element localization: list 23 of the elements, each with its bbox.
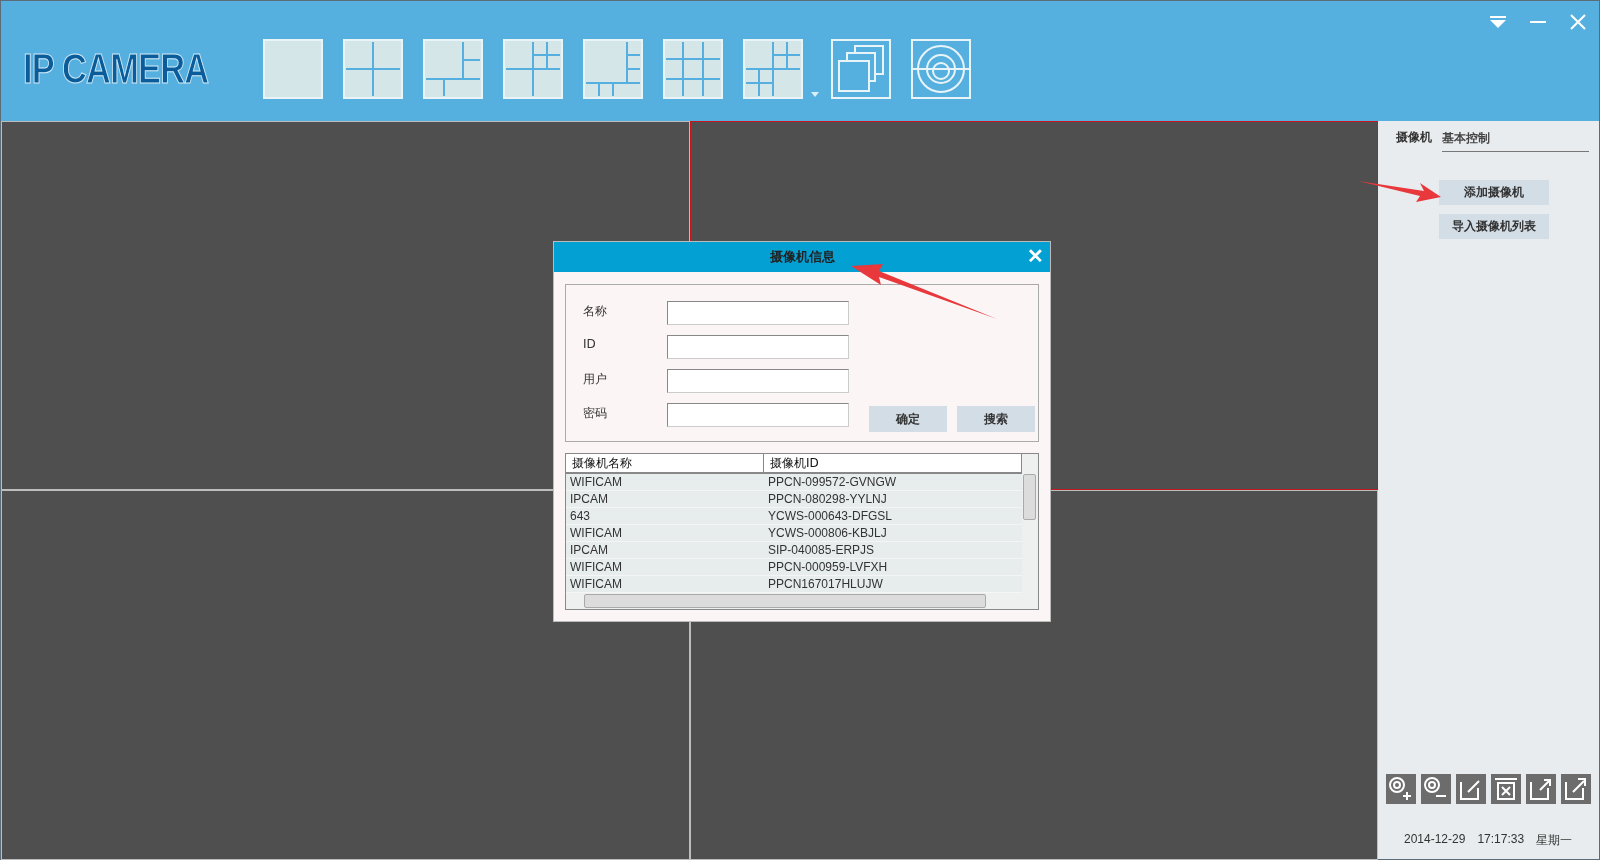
table-cell-text: PPCN167017HLUJW [767, 576, 884, 592]
field-label: 密码 [583, 405, 608, 422]
date-text: 2014-12-29 [1404, 832, 1466, 848]
dialog-title: 摄像机信息 [769, 248, 835, 266]
time-text: 17:17:33 [1477, 832, 1525, 848]
table-cell-text: PPCN-099572-GVNGW [767, 474, 898, 490]
table-cell-text: IPCAM [569, 491, 609, 507]
table-cell-text: WIFICAM [569, 525, 623, 541]
app-logo: IP CAMERA [23, 45, 210, 94]
table-cell-text: PPCN-080298-YYLNJ [767, 491, 888, 507]
table-cell-text: PPCN-000959-LVFXH [767, 559, 889, 575]
table-cell-text: YCWS-000643-DFGSL [767, 508, 894, 524]
field-label: 用户 [583, 371, 608, 388]
field-label: ID [583, 336, 597, 353]
table-cell-text: WIFICAM [569, 559, 623, 575]
table-cell-text: IPCAM [569, 542, 609, 558]
table-cell-text: 643 [569, 508, 592, 524]
table-cell-text: SIP-040085-ERPJS [767, 542, 876, 558]
weekday-text: 星期一 [1536, 832, 1573, 849]
table-cell-text: WIFICAM [569, 576, 623, 592]
field-label: 名称 [583, 303, 608, 320]
table-cell-text: WIFICAM [569, 474, 623, 490]
table-cell-text: YCWS-000806-KBJLJ [767, 525, 888, 541]
